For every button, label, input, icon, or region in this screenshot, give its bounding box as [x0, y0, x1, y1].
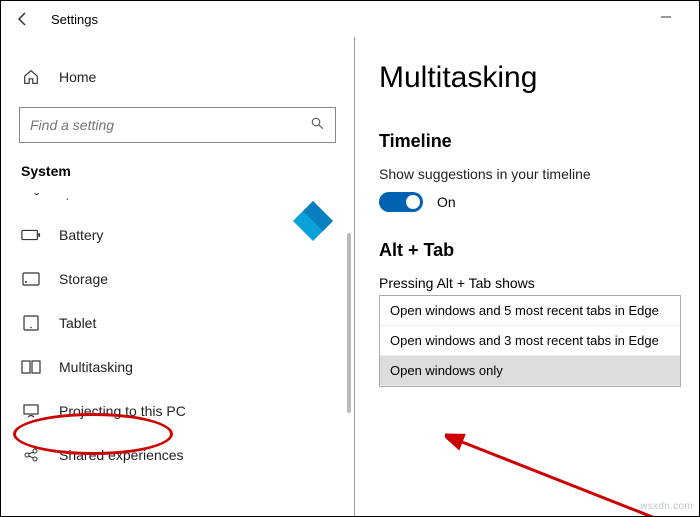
sidebar: Home System ˘ · — [1, 37, 355, 516]
titlebar: Settings — [1, 1, 699, 37]
sidebar-item-label: · — [65, 190, 70, 206]
sidebar-item-label: Multitasking — [59, 359, 133, 375]
minimize-button[interactable] — [643, 10, 689, 28]
sidebar-item-label: Tablet — [59, 315, 96, 331]
watermark: wsxdn.com — [640, 501, 693, 512]
sidebar-item-label: Home — [59, 69, 96, 85]
projecting-icon — [21, 401, 41, 421]
sidebar-item-multitasking[interactable]: Multitasking — [1, 345, 354, 389]
tablet-icon — [21, 313, 41, 333]
search-icon — [310, 116, 325, 135]
dropdown-option[interactable]: Open windows and 3 most recent tabs in E… — [380, 326, 680, 356]
timeline-toggle[interactable] — [379, 192, 423, 212]
timeline-desc: Show suggestions in your timeline — [379, 166, 681, 182]
decor-logo — [293, 201, 333, 241]
sidebar-item-tablet[interactable]: Tablet — [1, 301, 354, 345]
sidebar-item-label: Shared experiences — [59, 447, 184, 463]
battery-icon — [21, 225, 41, 245]
search-input[interactable] — [19, 107, 336, 143]
storage-icon — [21, 269, 41, 289]
search-field[interactable] — [30, 117, 310, 133]
main-panel: Multitasking Timeline Show suggestions i… — [355, 37, 699, 516]
sidebar-item-label: Storage — [59, 271, 108, 287]
sidebar-item-storage[interactable]: Storage — [1, 257, 354, 301]
alttab-dropdown[interactable]: Open windows and 5 most recent tabs in E… — [379, 295, 681, 387]
shared-icon — [21, 445, 41, 465]
alttab-prompt: Pressing Alt + Tab shows — [379, 275, 681, 291]
scrollbar[interactable] — [347, 233, 351, 413]
back-button[interactable] — [11, 11, 35, 27]
sidebar-item-home[interactable]: Home — [1, 55, 354, 99]
sidebar-item-projecting[interactable]: Projecting to this PC — [1, 389, 354, 433]
sidebar-item-shared[interactable]: Shared experiences — [1, 433, 354, 477]
dropdown-option-selected[interactable]: Open windows only — [380, 356, 680, 386]
multitasking-icon — [21, 357, 41, 377]
sidebar-item-label: Projecting to this PC — [59, 403, 186, 419]
section-heading-alttab: Alt + Tab — [379, 240, 681, 261]
page-title: Multitasking — [379, 61, 681, 95]
sidebar-item-label: Battery — [59, 227, 103, 243]
home-icon — [21, 67, 41, 87]
dropdown-option[interactable]: Open windows and 5 most recent tabs in E… — [380, 296, 680, 326]
sidebar-section-label: System — [1, 153, 354, 183]
window-title: Settings — [51, 12, 98, 27]
toggle-state-label: On — [437, 194, 456, 210]
chevron-down-icon: ˘ — [27, 188, 47, 208]
section-heading-timeline: Timeline — [379, 131, 681, 152]
